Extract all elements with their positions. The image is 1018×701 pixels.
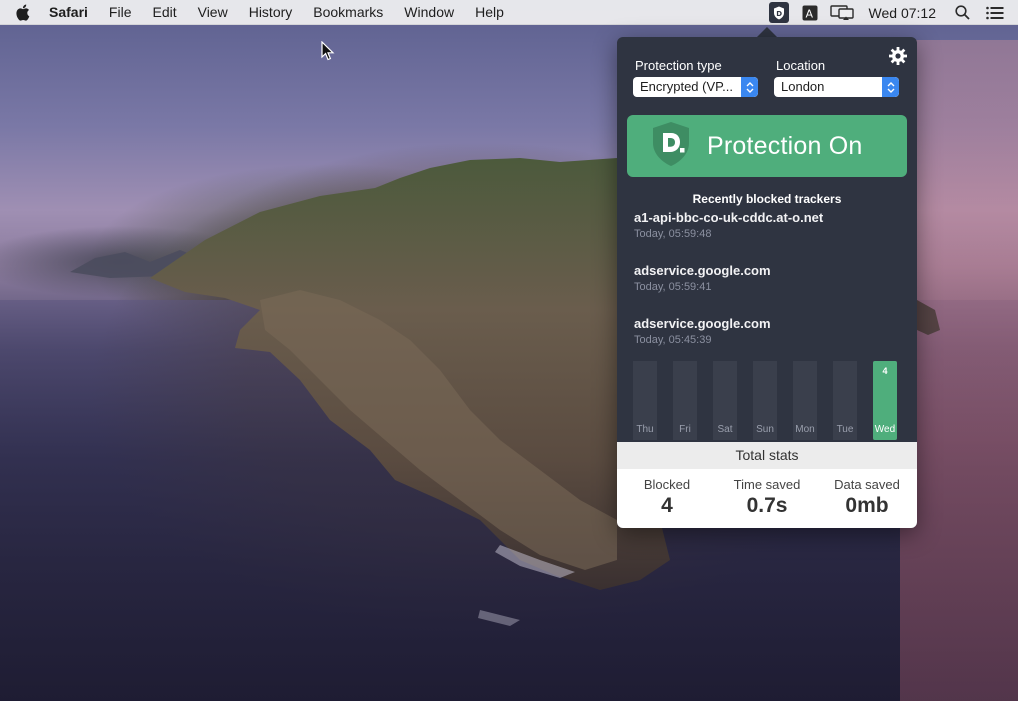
airplay-display-icon[interactable] — [829, 0, 855, 25]
chart-tick-label: Thu — [636, 424, 653, 435]
protection-type-value: Encrypted (VP... — [640, 79, 733, 94]
tracker-domain: adservice.google.com — [634, 316, 771, 331]
protection-toggle-button[interactable]: Protection On — [627, 115, 907, 177]
chart-tick-label: Fri — [679, 424, 691, 435]
chart-tick-label: Sun — [756, 424, 774, 435]
gear-icon[interactable] — [889, 47, 907, 65]
total-stats-header: Total stats — [617, 442, 917, 469]
tracker-time: Today, 05:59:41 — [634, 281, 712, 293]
weekly-blocked-chart: Thu Fri Sat Sun Mon Tue 4 Wed — [633, 361, 897, 440]
menu-help[interactable]: Help — [475, 4, 504, 20]
stat-time-saved: Time saved 0.7s — [717, 469, 817, 528]
menu-bookmarks[interactable]: Bookmarks — [313, 4, 383, 20]
popover-arrow — [757, 27, 777, 37]
chart-tick-label: Sat — [717, 424, 732, 435]
menu-clock[interactable]: Wed 07:12 — [869, 5, 936, 21]
stat-time-saved-label: Time saved — [733, 477, 801, 492]
disconnect-logo-icon — [651, 121, 691, 172]
notification-center-icon[interactable] — [986, 0, 1004, 25]
menu-window[interactable]: Window — [404, 4, 454, 20]
chart-tick-label: Tue — [837, 424, 854, 435]
location-select[interactable]: London — [774, 77, 899, 97]
stat-blocked-label: Blocked — [643, 477, 691, 492]
tracker-item[interactable]: adservice.google.com Today, 05:45:39 — [634, 316, 904, 346]
stat-data-saved-label: Data saved — [834, 477, 900, 492]
tracker-domain: a1-api-bbc-co-uk-cddc.at-o.net — [634, 210, 824, 225]
chart-tick-label: Mon — [795, 424, 814, 435]
menu-file[interactable]: File — [109, 4, 132, 20]
tracker-item[interactable]: adservice.google.com Today, 05:59:41 — [634, 263, 904, 293]
location-label: Location — [776, 58, 826, 73]
trackers-heading: Recently blocked trackers — [692, 192, 842, 206]
stat-data-saved-value: 0mb — [845, 494, 889, 517]
chart-tick-label: Wed — [875, 424, 895, 435]
spotlight-search-icon[interactable] — [954, 0, 970, 25]
menu-extras: D A Wed 07:12 — [768, 0, 1018, 25]
apple-menu-icon[interactable] — [15, 4, 31, 21]
updown-chevron-icon — [741, 77, 758, 97]
stat-time-saved-value: 0.7s — [746, 494, 788, 517]
menu-edit[interactable]: Edit — [152, 4, 176, 20]
menu-history[interactable]: History — [249, 4, 293, 20]
tracker-domain: adservice.google.com — [634, 263, 771, 278]
protection-status-label: Protection On — [707, 131, 863, 160]
stat-blocked-value: 4 — [661, 494, 673, 517]
disconnect-shield-icon[interactable]: D — [768, 2, 789, 23]
location-value: London — [781, 79, 825, 94]
svg-text:A: A — [805, 7, 813, 20]
total-stats-panel: Blocked 4 Time saved 0.7s Data saved 0mb — [617, 469, 917, 528]
tracker-time: Today, 05:45:39 — [634, 334, 712, 346]
chart-data-label: 4 — [882, 366, 887, 376]
text-input-icon[interactable]: A — [801, 0, 819, 25]
tracker-item[interactable]: a1-api-bbc-co-uk-cddc.at-o.net Today, 05… — [634, 210, 904, 240]
menu-bar: Safari File Edit View History Bookmarks … — [0, 0, 1018, 25]
menu-view[interactable]: View — [198, 4, 228, 20]
updown-chevron-icon — [882, 77, 899, 97]
protection-type-select[interactable]: Encrypted (VP... — [633, 77, 758, 97]
tracker-time: Today, 05:59:48 — [634, 228, 712, 240]
protection-type-label: Protection type — [635, 58, 722, 73]
stat-blocked: Blocked 4 — [617, 469, 717, 528]
stat-data-saved: Data saved 0mb — [817, 469, 917, 528]
menu-app-safari[interactable]: Safari — [49, 4, 88, 20]
svg-text:D: D — [776, 10, 782, 18]
mouse-cursor-icon — [321, 41, 335, 61]
disconnect-popover: Protection type Encrypted (VP... Locatio… — [617, 37, 917, 528]
